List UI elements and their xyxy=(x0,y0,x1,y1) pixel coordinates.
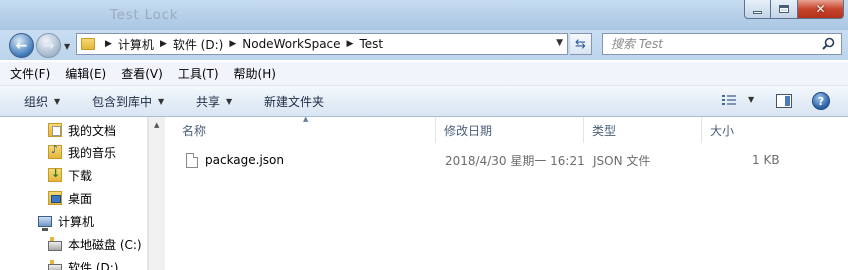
window-title: Test Lock xyxy=(110,8,179,23)
command-bar: 组织 ▼ 包含到库中 ▼ 共享 ▼ 新建文件夹 ▼ ? xyxy=(0,86,848,117)
organize-button[interactable]: 组织 ▼ xyxy=(24,86,60,116)
back-button[interactable]: ← xyxy=(9,33,34,58)
music-folder-icon xyxy=(48,143,62,159)
share-label: 共享 xyxy=(196,94,221,109)
breadcrumb-nodeworkspace[interactable]: NodeWorkSpace xyxy=(242,37,340,51)
minimize-button[interactable] xyxy=(744,0,771,19)
nav-item-label: 我的文档 xyxy=(68,123,117,138)
breadcrumb-arrow-icon[interactable]: ▶ xyxy=(229,39,236,49)
nav-item-label: 计算机 xyxy=(58,214,95,229)
address-bar[interactable]: ▶ 计算机 ▶ 软件 (D:) ▶ NodeWorkSpace ▶ Test ▼ xyxy=(76,33,568,55)
nav-item-music[interactable]: 我的音乐 xyxy=(48,142,116,162)
nav-item-label: 软件 (D:) xyxy=(68,260,119,270)
refresh-icon: ⇆ xyxy=(575,36,586,52)
menu-edit[interactable]: 编辑(E) xyxy=(65,65,106,82)
close-icon: ✕ xyxy=(815,2,826,16)
search-input[interactable] xyxy=(603,37,813,51)
sort-ascending-icon: ▲ xyxy=(303,115,309,123)
organize-label: 组织 xyxy=(24,94,49,109)
address-dropdown-icon[interactable]: ▼ xyxy=(556,38,563,48)
nav-item-downloads[interactable]: 下载 xyxy=(48,165,92,185)
include-in-library-label: 包含到库中 xyxy=(92,94,153,109)
view-options-icon[interactable] xyxy=(722,94,736,106)
menu-bar: 文件(F) 编辑(E) 查看(V) 工具(T) 帮助(H) xyxy=(0,62,848,86)
documents-folder-icon xyxy=(48,123,62,137)
column-header-type[interactable]: 类型 xyxy=(584,117,702,143)
desktop-folder-icon xyxy=(48,191,62,205)
help-icon[interactable]: ? xyxy=(812,92,830,110)
computer-icon xyxy=(38,215,52,231)
window-controls: ✕ xyxy=(744,0,844,19)
column-header-date[interactable]: 修改日期 xyxy=(436,117,584,143)
menu-help[interactable]: 帮助(H) xyxy=(234,65,276,82)
include-in-library-button[interactable]: 包含到库中 ▼ xyxy=(92,86,164,116)
share-button[interactable]: 共享 ▼ xyxy=(196,86,232,116)
nav-item-label: 下载 xyxy=(68,168,93,183)
file-modified-date: 2018/4/30 星期一 16:21 xyxy=(445,153,585,168)
forward-button[interactable]: → xyxy=(36,33,61,58)
chevron-down-icon: ▼ xyxy=(226,96,233,106)
breadcrumb-arrow-icon[interactable]: ▶ xyxy=(160,39,167,49)
nav-item-label: 我的音乐 xyxy=(68,145,117,160)
menu-file[interactable]: 文件(F) xyxy=(10,65,50,82)
column-header-name[interactable]: ▲ 名称 xyxy=(166,115,436,143)
folder-icon xyxy=(81,38,95,50)
nav-item-computer[interactable]: 计算机 xyxy=(38,211,94,231)
scroll-up-icon[interactable]: ▲ xyxy=(154,121,159,129)
refresh-button[interactable]: ⇆ xyxy=(570,33,592,55)
drive-icon xyxy=(48,236,62,251)
nav-item-drive-d[interactable]: 软件 (D:) xyxy=(48,257,118,270)
forward-arrow-icon: → xyxy=(42,37,55,54)
file-type: JSON 文件 xyxy=(593,153,651,168)
maximize-button[interactable] xyxy=(771,0,798,19)
back-arrow-icon: ← xyxy=(15,37,28,54)
file-list: ▲ 名称 修改日期 类型 大小 package.json 2018/4/30 星… xyxy=(166,115,848,270)
chevron-down-icon: ▼ xyxy=(54,96,61,106)
minimize-icon xyxy=(753,10,762,14)
column-header-label: 大小 xyxy=(710,123,735,138)
recent-pages-dropdown[interactable]: ▼ xyxy=(64,42,70,51)
file-row[interactable]: package.json 2018/4/30 星期一 16:21 JSON 文件… xyxy=(166,149,848,171)
chevron-down-icon: ▼ xyxy=(158,96,165,106)
close-button[interactable]: ✕ xyxy=(798,0,844,19)
nav-item-label: 桌面 xyxy=(68,191,93,206)
breadcrumb-arrow-icon[interactable]: ▶ xyxy=(105,39,112,49)
breadcrumb-computer[interactable]: 计算机 xyxy=(118,36,154,53)
preview-pane-icon[interactable] xyxy=(776,94,792,108)
menu-view[interactable]: 查看(V) xyxy=(121,65,163,82)
downloads-folder-icon xyxy=(48,167,62,182)
navigation-pane: 我的文档 我的音乐 下载 桌面 计算机 本地磁盘 (C:) 软件 (D:) xyxy=(0,117,148,270)
navigation-scrollbar[interactable]: ▲ xyxy=(148,117,165,270)
breadcrumb-test[interactable]: Test xyxy=(359,37,383,51)
column-header-label: 名称 xyxy=(182,123,207,138)
search-box[interactable] xyxy=(602,33,842,55)
breadcrumb-drive-d[interactable]: 软件 (D:) xyxy=(173,36,223,53)
maximize-icon xyxy=(779,5,789,13)
breadcrumb: ▶ 计算机 ▶ 软件 (D:) ▶ NodeWorkSpace ▶ Test xyxy=(99,34,383,54)
nav-item-label: 本地磁盘 (C:) xyxy=(68,237,142,252)
column-header-size[interactable]: 大小 xyxy=(702,117,782,143)
menu-tools[interactable]: 工具(T) xyxy=(178,65,219,82)
nav-item-drive-c[interactable]: 本地磁盘 (C:) xyxy=(48,234,142,254)
new-folder-label: 新建文件夹 xyxy=(264,94,325,109)
breadcrumb-arrow-icon[interactable]: ▶ xyxy=(347,39,354,49)
column-header-label: 修改日期 xyxy=(444,123,493,138)
file-size: 1 KB xyxy=(752,153,780,167)
nav-item-documents[interactable]: 我的文档 xyxy=(48,120,116,140)
file-icon xyxy=(186,152,198,168)
view-dropdown-icon[interactable]: ▼ xyxy=(748,95,754,104)
column-header-label: 类型 xyxy=(592,123,617,138)
file-name: package.json xyxy=(205,153,285,167)
nav-item-desktop[interactable]: 桌面 xyxy=(48,188,92,208)
drive-icon xyxy=(48,259,62,270)
new-folder-button[interactable]: 新建文件夹 xyxy=(264,86,324,116)
title-bar: Test Lock ✕ xyxy=(0,0,848,30)
file-name-cell[interactable]: package.json xyxy=(186,152,285,168)
search-icon[interactable] xyxy=(822,37,835,50)
